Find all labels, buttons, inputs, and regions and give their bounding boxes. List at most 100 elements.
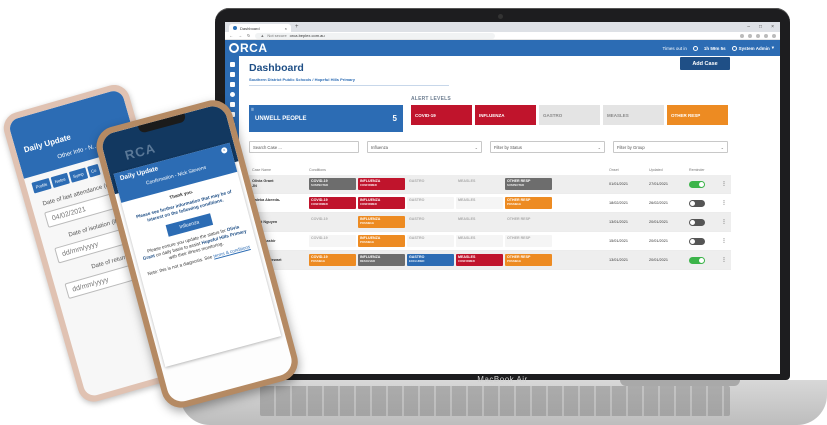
table-row[interactable]: Abdul BashirCOVID-19INFLUENZAPOSSIBLEGAS… — [249, 232, 731, 251]
reminder-toggle[interactable] — [689, 256, 705, 264]
alert-level-influenza[interactable]: INFLUENZA — [475, 105, 536, 125]
building-icon[interactable] — [229, 82, 235, 87]
breadcrumb[interactable]: Southern District Public Schools / Hopef… — [249, 77, 749, 82]
condition-tag[interactable]: COVID-19 — [309, 216, 356, 228]
more-options-icon[interactable]: ⋮ — [719, 219, 729, 225]
table-row[interactable]: Charlize StewartCOVID-19POSSIBLEINFLUENZ… — [249, 251, 731, 270]
breadcrumb-divider — [249, 85, 449, 86]
table-row[interactable]: Violet Nguyen COVID-19 INFLUENZA POSSIBLE GA… — [249, 213, 731, 232]
minimize-button[interactable]: – — [747, 24, 750, 30]
more-options-icon[interactable]: ⋮ — [719, 181, 729, 187]
condition-tag[interactable]: INFLUENZA POSSIBLE — [358, 235, 405, 247]
user-menu[interactable]: System Admin ▾ — [731, 45, 774, 51]
toggle-knob — [699, 257, 704, 263]
condition-tag[interactable]: MEASLES CONFIRMED — [456, 254, 503, 266]
case-name-cell[interactable]: Olivia Grant JN — [249, 179, 309, 189]
unwell-people-card[interactable]: ⠿ UNWELL PEOPLE 5 — [249, 105, 403, 132]
table-row[interactable]: Haleka Abeeda-aliCOVID-19CONFIRMEDINFLUE… — [249, 194, 731, 213]
dashboard-icon[interactable] — [229, 72, 235, 77]
condition-label: MEASLES — [458, 198, 476, 202]
extension-icon[interactable] — [756, 33, 760, 38]
more-options-icon[interactable]: ⋮ — [719, 200, 729, 206]
favicon-icon — [233, 26, 237, 30]
menu-icon[interactable] — [229, 62, 235, 67]
laptop-keyboard — [260, 386, 730, 416]
reload-icon[interactable]: ↻ — [247, 33, 250, 38]
col-conditions[interactable]: Conditions — [309, 168, 609, 172]
close-window-button[interactable]: × — [771, 24, 774, 30]
logo[interactable]: RCA — [225, 41, 268, 55]
conditions-cell: COVID-19 SUSPECTED INFLUENZA CONFIRMED GASTR… — [309, 178, 609, 190]
reminder-toggle[interactable] — [689, 218, 705, 226]
case-name-cell[interactable]: Haleka Abeeda-ali — [249, 198, 309, 208]
condition-tag[interactable]: INFLUENZA CONFIRMED — [358, 178, 405, 190]
status-select[interactable]: Filter by Status ⌄ — [490, 141, 605, 153]
location-icon[interactable] — [229, 92, 235, 97]
add-case-button[interactable]: Add Case — [680, 57, 730, 70]
condition-tag[interactable]: MEASLES — [456, 216, 503, 228]
reminder-toggle[interactable] — [689, 199, 705, 207]
extension-icon[interactable] — [748, 33, 752, 38]
alert-level-other-resp[interactable]: OTHER RESP — [667, 105, 728, 125]
alert-level-measles[interactable]: MEASLES — [603, 105, 664, 125]
condition-tag[interactable]: OTHER RESP SUSPECTED — [505, 178, 552, 190]
condition-tag[interactable]: INFLUENZA CONFIRMED — [358, 197, 405, 209]
toggle-knob — [690, 200, 695, 206]
condition-tag[interactable]: INFLUENZA POSSIBLE — [358, 216, 405, 228]
col-case-name[interactable]: Case Name — [249, 168, 309, 172]
extension-icon[interactable] — [740, 33, 744, 38]
tab-close-icon[interactable]: × — [285, 26, 287, 31]
updated-cell: 26/02/2021 — [649, 201, 669, 205]
extension-icons — [740, 33, 776, 38]
back-icon[interactable]: ← — [229, 33, 233, 38]
more-options-icon[interactable]: ⋮ — [719, 257, 729, 263]
condition-label: GASTRO — [409, 198, 425, 202]
browser-tab[interactable]: Dashboard × — [229, 24, 291, 32]
condition-tag[interactable]: COVID-19 — [309, 235, 356, 247]
condition-tag[interactable]: COVID-19 POSSIBLE — [309, 254, 356, 266]
condition-tag[interactable]: GASTRO — [407, 216, 454, 228]
document-icon[interactable] — [229, 102, 235, 107]
condition-tag[interactable]: INFLUENZA RESOLVED — [358, 254, 405, 266]
toggle-knob — [699, 181, 704, 187]
reminder-cell — [689, 218, 719, 226]
condition-tag[interactable]: COVID-19 SUSPECTED — [309, 178, 356, 190]
forward-icon[interactable]: → — [238, 33, 242, 38]
more-options-icon[interactable]: ⋮ — [719, 238, 729, 244]
condition-tag[interactable]: MEASLES — [456, 178, 503, 190]
group-select[interactable]: Filter by Group ⌄ — [613, 141, 728, 153]
col-onset[interactable]: Onset — [609, 168, 649, 172]
condition-tag[interactable]: MEASLES — [456, 235, 503, 247]
condition-tag[interactable]: MEASLES — [456, 197, 503, 209]
condition-tag[interactable]: OTHER RESP POSSIBLE — [505, 254, 552, 266]
condition-tag[interactable]: OTHER RESP POSSIBLE — [505, 197, 552, 209]
new-tab-button[interactable]: + — [295, 24, 299, 30]
condition-tag[interactable]: GASTRO — [407, 178, 454, 190]
condition-tag[interactable]: COVID-19 CONFIRMED — [309, 197, 356, 209]
profile-icon[interactable] — [772, 33, 776, 38]
reminder-toggle[interactable] — [689, 180, 705, 188]
col-reminder[interactable]: Reminder — [689, 168, 719, 172]
onset-cell: 13/01/2021 — [609, 258, 629, 262]
condition-status: CONFIRMED — [360, 183, 377, 187]
updated-cell: 27/01/2021 — [649, 182, 669, 186]
table-row[interactable]: Olivia Grant JN COVID-19 SUSPECTED INFLUENZA… — [249, 175, 731, 194]
search-input[interactable]: Search Case ... — [249, 141, 359, 153]
alert-level-covid-19[interactable]: COVID-19 — [411, 105, 472, 125]
maximize-button[interactable]: □ — [759, 24, 762, 30]
condition-tag[interactable]: GASTRO — [407, 235, 454, 247]
alert-level-gastro[interactable]: GASTRO — [539, 105, 600, 125]
condition-status: EXCLUDED — [409, 259, 425, 263]
logo-o-icon — [229, 43, 239, 53]
reminder-toggle[interactable] — [689, 237, 705, 245]
col-updated[interactable]: Updated — [649, 168, 689, 172]
extension-icon[interactable] — [764, 33, 768, 38]
address-bar[interactable]: ▲ Not secure orca.beplex.com.au — [255, 32, 496, 39]
laptop-model-label: MacBook Air — [477, 375, 528, 384]
condition-label: COVID-19 — [311, 217, 328, 221]
condition-tag[interactable]: OTHER RESP — [505, 235, 552, 247]
condition-tag[interactable]: GASTRO — [407, 197, 454, 209]
condition-tag[interactable]: OTHER RESP — [505, 216, 552, 228]
condition-tag[interactable]: GASTRO EXCLUDED — [407, 254, 454, 266]
condition-select[interactable]: Influenza ⌄ — [367, 141, 482, 153]
